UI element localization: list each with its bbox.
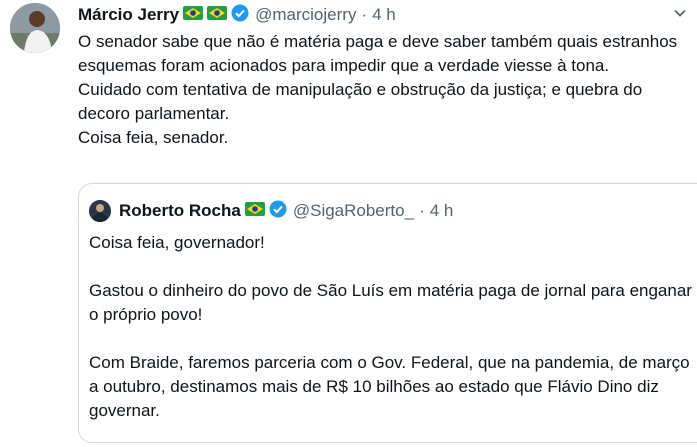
quoted-author-avatar[interactable] <box>89 200 111 222</box>
quoted-author-name[interactable]: Roberto Rocha <box>119 201 241 221</box>
quoted-timestamp[interactable]: 4 h <box>430 201 454 221</box>
verified-badge-icon <box>269 200 287 223</box>
quoted-paragraph: Com Braide, faremos parceria com o Gov. … <box>89 353 690 420</box>
tweet-paragraph: O senador sabe que não é matéria paga e … <box>78 32 678 75</box>
brazil-flag-icon <box>183 5 204 25</box>
verified-badge-icon <box>231 4 249 27</box>
tweet-text: O senador sabe que não é matéria paga e … <box>78 30 690 150</box>
tweet-paragraph: Coisa feia, senador. <box>78 128 229 147</box>
author-name[interactable]: Márcio Jerry <box>78 5 179 25</box>
quoted-author-handle[interactable]: @SigaRoberto_ <box>293 201 414 221</box>
separator-dot: · <box>419 201 425 220</box>
separator-dot: · <box>361 5 368 24</box>
author-avatar[interactable] <box>10 3 60 53</box>
brazil-flag-icon <box>207 5 228 25</box>
tweet-header: Márcio Jerry @marciojerry · 4 h <box>78 4 396 26</box>
brazil-flag-icon <box>244 201 265 221</box>
author-handle[interactable]: @marciojerry <box>255 5 356 25</box>
quoted-paragraph: Coisa feia, governador! <box>89 233 265 252</box>
quoted-tweet-card[interactable]: Roberto Rocha @SigaRoberto_ · 4 h Coisa … <box>78 183 697 443</box>
quoted-tweet-text: Coisa feia, governador! Gastou o dinheir… <box>89 231 697 447</box>
chevron-down-icon[interactable] <box>671 4 689 22</box>
tweet-paragraph: Cuidado com tentativa de manipulação e o… <box>78 80 643 123</box>
quoted-tweet-header: Roberto Rocha @SigaRoberto_ · 4 h <box>89 199 453 223</box>
quoted-paragraph: Gastou o dinheiro do povo de São Luís em… <box>89 281 692 324</box>
timestamp[interactable]: 4 h <box>372 5 396 25</box>
